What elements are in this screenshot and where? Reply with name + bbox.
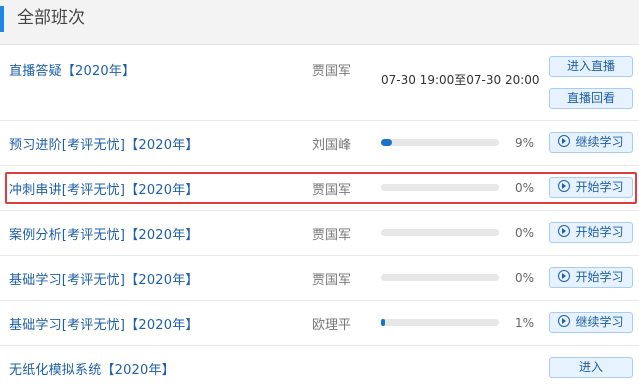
progress-bar: [381, 184, 499, 191]
progress-fill: [381, 139, 392, 146]
class-name[interactable]: 冲刺串讲[考评无忧]【2020年】: [9, 179, 199, 198]
live-time: 07-30 19:00至07-30 20:00: [381, 73, 540, 87]
play-circle-icon: [558, 315, 571, 327]
section-title: 全部班次: [17, 8, 85, 28]
class-row-live: 直播答疑【2020年】 贾国军 07-30 19:00至07-30 20:00 …: [0, 46, 639, 118]
start-study-button[interactable]: 开始学习: [549, 267, 633, 288]
enter-live-button[interactable]: 进入直播: [549, 56, 633, 77]
teacher-name: 刘国峰: [312, 138, 352, 153]
class-name[interactable]: 基础学习[考评无忧]【2020年】: [9, 314, 199, 333]
progress-percent: 1%: [514, 316, 534, 330]
teacher-name: 贾国军: [312, 183, 352, 198]
class-name[interactable]: 直播答疑【2020年】: [9, 60, 135, 79]
class-row: 基础学习[考评无忧]【2020年】 欧理平 1% 继续学习: [0, 301, 639, 345]
progress-percent: 0%: [514, 181, 534, 195]
teacher-name: 贾国军: [312, 64, 352, 79]
progress-percent: 0%: [514, 271, 534, 285]
progress-bar: [381, 274, 499, 281]
play-circle-icon: [558, 135, 571, 147]
continue-study-button[interactable]: 继续学习: [549, 132, 633, 153]
start-study-button[interactable]: 开始学习: [549, 177, 633, 198]
start-study-button[interactable]: 开始学习: [549, 222, 633, 243]
progress-percent: 0%: [514, 226, 534, 240]
button-label: 开始学习: [575, 225, 624, 239]
accent-bar: [0, 6, 4, 32]
class-name[interactable]: 无纸化模拟系统【2020年】: [9, 359, 175, 378]
button-label: 开始学习: [575, 270, 624, 284]
class-name[interactable]: 预习进阶[考评无忧]【2020年】: [9, 134, 199, 153]
play-circle-icon: [558, 180, 571, 192]
play-circle-icon: [558, 270, 571, 282]
class-row: 预习进阶[考评无忧]【2020年】 刘国峰 9% 继续学习: [0, 121, 639, 165]
class-row: 案例分析[考评无忧]【2020年】 贾国军 0% 开始学习: [0, 211, 639, 255]
button-label: 继续学习: [575, 135, 624, 149]
teacher-name: 贾国军: [312, 273, 352, 288]
teacher-name: 欧理平: [312, 318, 352, 333]
section-header: 全部班次: [0, 0, 639, 45]
button-label: 开始学习: [575, 180, 624, 194]
class-row: 冲刺串讲[考评无忧]【2020年】 贾国军 0% 开始学习: [0, 166, 639, 210]
class-row-exam-system: 无纸化模拟系统【2020年】 进入: [0, 346, 639, 388]
progress-fill: [381, 319, 385, 326]
class-name[interactable]: 基础学习[考评无忧]【2020年】: [9, 269, 199, 288]
progress-percent: 9%: [514, 136, 534, 150]
progress-bar: [381, 229, 499, 236]
class-name[interactable]: 案例分析[考评无忧]【2020年】: [9, 224, 199, 243]
button-label: 继续学习: [575, 315, 624, 329]
live-replay-button[interactable]: 直播回看: [549, 88, 633, 109]
class-row: 基础学习[考评无忧]【2020年】 贾国军 0% 开始学习: [0, 256, 639, 300]
progress-bar: [381, 319, 499, 326]
teacher-name: 贾国军: [312, 228, 352, 243]
enter-button[interactable]: 进入: [549, 357, 633, 378]
progress-bar: [381, 139, 499, 146]
play-circle-icon: [558, 225, 571, 237]
continue-study-button[interactable]: 继续学习: [549, 312, 633, 333]
